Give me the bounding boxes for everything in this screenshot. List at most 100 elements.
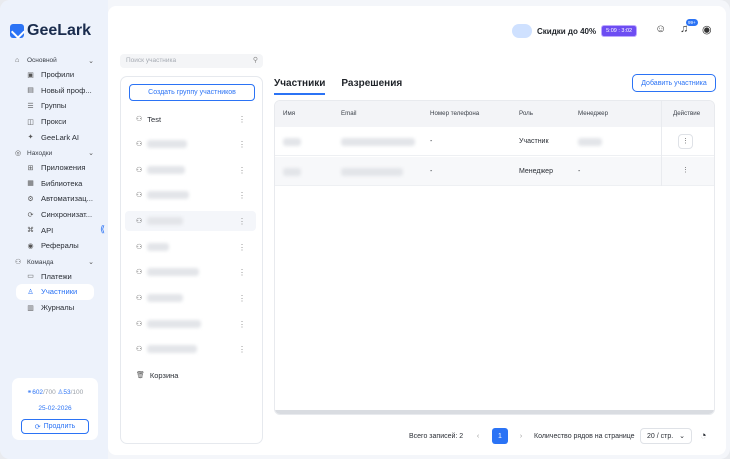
plan-usage: ⚭602/700 ♙53/100 xyxy=(26,389,84,396)
group-row[interactable]: ⚇ ⋮ xyxy=(125,160,256,180)
row-actions-button[interactable]: ⋮ xyxy=(678,134,693,149)
sidebar-item-logs[interactable]: ▥ Журналы xyxy=(0,300,108,316)
sidebar-item-automation[interactable]: ⚙ Автоматизац... xyxy=(0,191,108,207)
chevron-down-icon: ⌄ xyxy=(88,57,94,65)
sidebar-item-referrals[interactable]: ◉ Рефералы xyxy=(0,238,108,254)
chevron-down-icon: ⌄ xyxy=(88,150,94,158)
app-logo[interactable]: GeeLark xyxy=(10,22,91,40)
nav-group-discover[interactable]: ◎ Находки ⌄ xyxy=(0,147,108,160)
home-icon: ⌂ xyxy=(15,57,20,64)
support-agent-icon[interactable]: ☺ xyxy=(655,23,666,35)
redacted-group-name xyxy=(147,140,188,148)
redacted-group-name xyxy=(147,345,198,353)
tab-members[interactable]: Участники xyxy=(274,78,326,95)
library-icon: ▦ xyxy=(27,180,34,188)
profile-icon: ▣ xyxy=(27,71,34,79)
create-member-group-button[interactable]: Создать группу участников xyxy=(129,84,255,101)
more-icon[interactable]: ⋮ xyxy=(238,191,246,200)
promo-banner[interactable]: Скидки до 40% 5:09 : 3:02 xyxy=(512,22,638,40)
group-icon: ⚇ xyxy=(136,218,143,225)
more-icon[interactable]: ⋮ xyxy=(238,140,246,149)
sidebar-item-groups[interactable]: ☰ Группы xyxy=(0,98,108,114)
redacted-group-name xyxy=(147,320,202,328)
group-icon: ⚇ xyxy=(136,269,143,276)
sidebar-item-geelark-ai[interactable]: ✦ GeeLark AI xyxy=(0,129,108,145)
sidebar-item-new-profile[interactable]: ▤ Новый проф... xyxy=(0,83,108,99)
renew-button[interactable]: ⟳ Продлить xyxy=(21,419,89,434)
column-header-action: Действие xyxy=(673,110,701,117)
group-icon: ⚇ xyxy=(136,295,143,302)
sidebar-nav: ⌂ Основной ⌄ ▣ Профили ▤ Новый проф... ☰ Груп… xyxy=(0,52,108,315)
sidebar-item-sync[interactable]: ⟳ Синхронизат... xyxy=(0,207,108,223)
plan-expiry-date: 25-02-2026 xyxy=(38,405,72,412)
column-header-manager: Менеджер xyxy=(578,110,609,117)
sidebar-item-profiles[interactable]: ▣ Профили xyxy=(0,67,108,83)
sidebar-item-apps[interactable]: ⊞ Приложения xyxy=(0,160,108,176)
table-header: Имя Email Номер телефона Роль Менеджер Д… xyxy=(275,101,714,127)
page-size-select[interactable]: 20 / стр. ⌄ xyxy=(640,428,693,444)
group-row[interactable]: ⚇ ⋮ xyxy=(125,262,256,282)
nav-group-main[interactable]: ⌂ Основной ⌄ xyxy=(0,54,108,67)
table-row: - Менеджер - ⋮ xyxy=(275,157,714,186)
rows-per-page-label: Количество рядов на странице xyxy=(534,432,635,440)
group-row[interactable]: ⚇ ⋮ xyxy=(125,339,256,359)
sidebar-item-library[interactable]: ▦ Библиотека xyxy=(0,176,108,192)
add-member-button[interactable]: Добавить участника xyxy=(632,74,716,92)
api-icon: ⌘ xyxy=(27,227,34,235)
collapse-sidebar-icon[interactable]: ⟪ xyxy=(100,224,105,235)
sidebar-item-payments[interactable]: ▭ Платежи xyxy=(0,269,108,285)
more-icon[interactable]: ⋮ xyxy=(238,217,246,226)
group-icon: ⚇ xyxy=(136,244,143,251)
more-icon[interactable]: ⋮ xyxy=(238,294,246,303)
group-row[interactable]: ⚇ ⋮ xyxy=(125,134,256,154)
more-icon[interactable]: ⋮ xyxy=(238,166,246,175)
redacted-group-name xyxy=(147,217,184,225)
next-page-button[interactable]: › xyxy=(513,428,529,444)
redacted-name xyxy=(283,138,301,146)
group-row[interactable]: ⚇ ⋮ xyxy=(125,185,256,205)
support-chat-icon[interactable]: ◔ xyxy=(700,428,707,444)
column-header-email: Email xyxy=(341,110,357,117)
group-row[interactable]: ⚇ ⋮ xyxy=(125,211,256,231)
group-row[interactable]: ⚇ ⋮ xyxy=(125,237,256,257)
nav-group-team[interactable]: ⚇ Команда ⌄ xyxy=(0,256,108,269)
referral-icon: ◉ xyxy=(27,242,34,250)
row-actions-button[interactable]: ⋮ xyxy=(678,164,693,179)
geelark-logo-icon xyxy=(10,24,24,38)
member-groups-panel: Создать группу участников ⚇ Test ⋮ ⚇ ⋮ ⚇ ⋮ ⚇… xyxy=(120,76,263,444)
members-tabs: Участники Разрешения xyxy=(274,78,402,95)
group-icon: ⚇ xyxy=(136,141,143,148)
bell-icon[interactable]: ♫ 99+ xyxy=(680,19,698,35)
group-row[interactable]: ⚇ ⋮ xyxy=(125,314,256,334)
horizontal-scrollbar[interactable] xyxy=(275,410,714,414)
role-cell: Участник xyxy=(519,138,549,145)
sync-icon: ⟳ xyxy=(27,211,34,219)
group-row[interactable]: ⚇ Test ⋮ xyxy=(125,109,256,129)
redacted-group-name xyxy=(147,294,184,302)
pagination: Всего записей: 2 ‹ 1 › Количество рядов … xyxy=(108,428,726,444)
ai-icon: ✦ xyxy=(27,134,34,142)
redacted-group-name xyxy=(147,191,190,199)
sidebar-item-proxy[interactable]: ◫ Прокси xyxy=(0,114,108,130)
more-icon[interactable]: ⋮ xyxy=(238,320,246,329)
new-profile-icon: ▤ xyxy=(27,87,34,95)
member-search-input[interactable]: Поиск участника ⚲ xyxy=(120,54,263,68)
chevron-down-icon: ⌄ xyxy=(679,433,686,440)
more-icon[interactable]: ⋮ xyxy=(238,345,246,354)
role-cell: Менеджер xyxy=(519,168,553,175)
more-icon[interactable]: ⋮ xyxy=(238,115,246,124)
group-row[interactable]: ⚇ ⋮ xyxy=(125,288,256,308)
page-button[interactable]: 1 xyxy=(492,428,508,444)
members-table: Имя Email Номер телефона Роль Менеджер Д… xyxy=(274,100,715,415)
sidebar-item-members[interactable]: ♙ Участники xyxy=(16,284,94,300)
promo-globe-icon xyxy=(512,24,532,38)
trash-row[interactable]: 🗑 Корзина xyxy=(125,365,256,385)
more-icon[interactable]: ⋮ xyxy=(238,243,246,252)
tab-permissions[interactable]: Разрешения xyxy=(341,78,402,95)
payments-icon: ▭ xyxy=(27,273,34,281)
account-icon[interactable]: ◉ xyxy=(702,23,712,36)
prev-page-button[interactable]: ‹ xyxy=(470,428,486,444)
sidebar-item-api[interactable]: ⌘ API xyxy=(0,222,108,238)
more-icon[interactable]: ⋮ xyxy=(238,268,246,277)
promo-timer: 5:09 : 3:02 xyxy=(601,25,638,37)
